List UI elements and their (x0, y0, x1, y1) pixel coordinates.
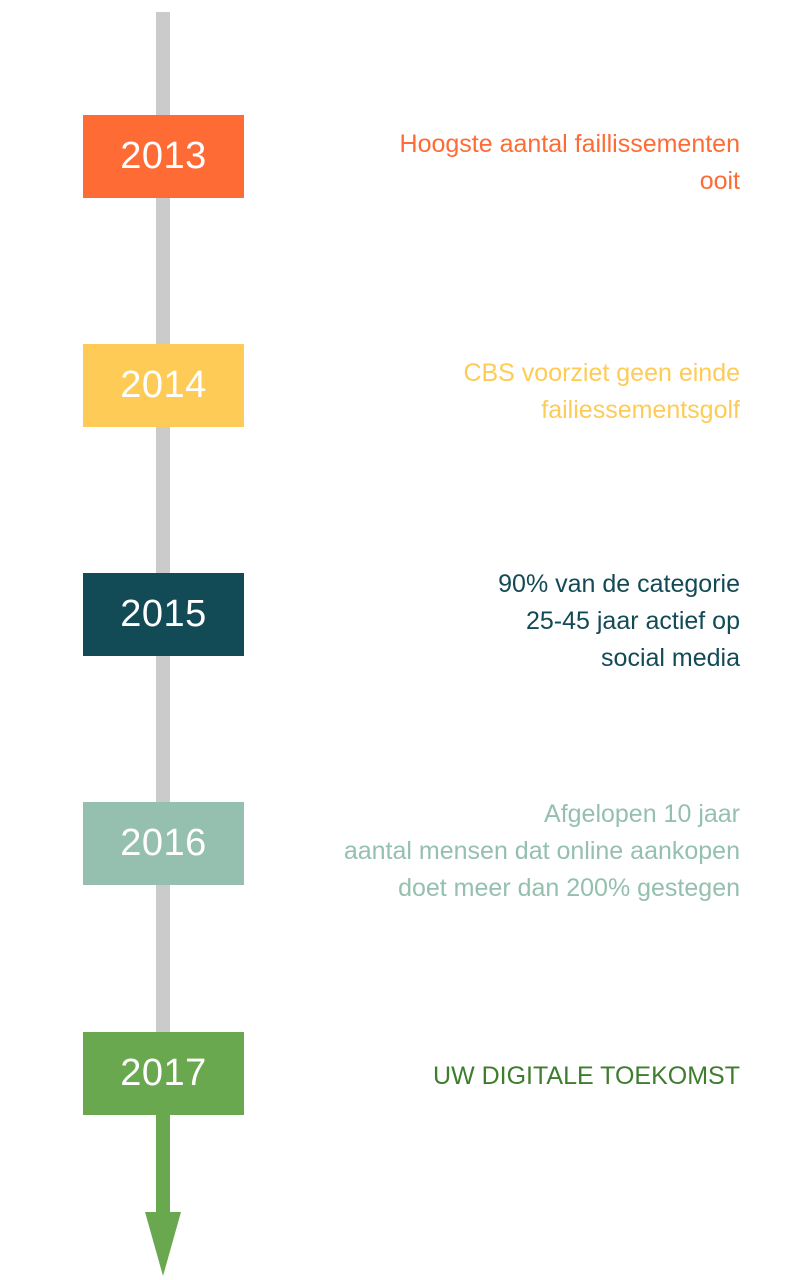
event-line: 25-45 jaar actief op (525, 607, 740, 635)
event-line: social media (601, 644, 740, 672)
event-text-2017: UW DIGITALE TOEKOMST (270, 1058, 740, 1095)
event-line: ooit (699, 167, 740, 195)
year-box-2017: 2017 (83, 1032, 244, 1115)
year-box-2016: 2016 (83, 802, 244, 885)
event-line: CBS voorziet geen einde (463, 359, 740, 387)
event-line: aantal mensen dat online aankopen (343, 837, 740, 865)
year-box-2013: 2013 (83, 115, 244, 198)
year-box-2014: 2014 (83, 344, 244, 427)
timeline: 2013 Hoogste aantal faillissementen ooit… (0, 0, 800, 1280)
event-text-2016: Afgelopen 10 jaar aantal mensen dat onli… (270, 796, 740, 907)
event-line: UW DIGITALE TOEKOMST (433, 1062, 740, 1090)
year-box-2015: 2015 (83, 573, 244, 656)
event-text-2015: 90% van de categorie 25-45 jaar actief o… (270, 566, 740, 677)
event-text-2014: CBS voorziet geen einde failiessementsgo… (270, 355, 740, 429)
event-text-2013: Hoogste aantal faillissementen ooit (270, 126, 740, 200)
event-line: doet meer dan 200% gestegen (398, 874, 740, 902)
event-line: failiessementsgolf (541, 396, 740, 424)
event-line: Afgelopen 10 jaar (544, 800, 740, 828)
event-line: Hoogste aantal faillissementen (399, 130, 740, 158)
timeline-future-segment (156, 1112, 170, 1216)
event-line: 90% van de categorie (498, 570, 740, 598)
arrow-down-icon (145, 1212, 181, 1276)
arrowhead-shape (145, 1212, 181, 1276)
